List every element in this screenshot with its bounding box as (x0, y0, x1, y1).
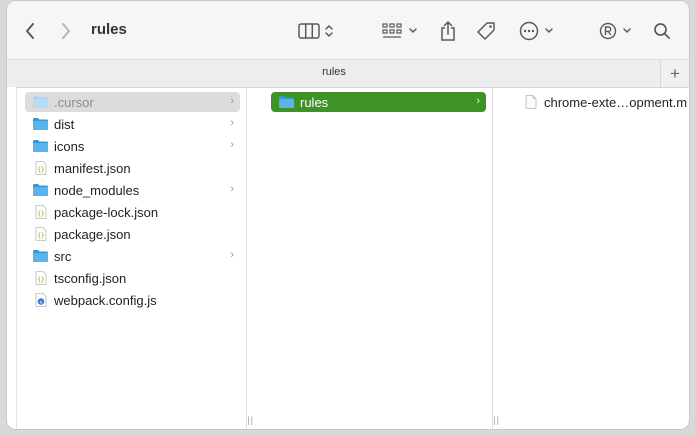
toolbar: rules (7, 1, 689, 59)
tab-bar: rules + (7, 59, 689, 88)
folder-icon (33, 96, 48, 108)
tab-rules[interactable]: rules (7, 66, 661, 78)
sidebar-edge (7, 87, 17, 429)
chevron-right-icon: › (230, 95, 234, 107)
chevron-right-icon (62, 23, 70, 39)
item-label: package-lock.json (54, 204, 159, 220)
tag-button[interactable] (475, 19, 497, 43)
grid-group-icon (382, 23, 402, 38)
item-label: .cursor (54, 94, 94, 110)
chevron-down-icon (622, 28, 631, 34)
chevron-right-icon: › (230, 249, 234, 261)
column-resize-handle[interactable]: || (493, 415, 500, 425)
share-button[interactable] (437, 19, 459, 43)
browser-column-1: .cursor › dist › icons › {} manifest.jso… (17, 87, 253, 429)
svg-text:{}: {} (37, 211, 44, 218)
list-item-webpack-config-js[interactable]: e webpack.config.js (25, 290, 240, 310)
item-label: node_modules (54, 182, 140, 198)
list-item-dist[interactable]: dist › (25, 114, 240, 134)
window-title: rules (91, 21, 127, 38)
view-mode-button[interactable] (295, 19, 337, 43)
group-button[interactable] (381, 19, 419, 43)
more-actions-button[interactable] (517, 19, 555, 43)
new-tab-button[interactable]: + (660, 60, 689, 87)
item-label: icons (54, 138, 85, 154)
list-item-package-lock-json[interactable]: {} package-lock.json (25, 202, 240, 222)
browser-column-3: chrome-exte…opment.m (505, 87, 689, 429)
search-button[interactable] (651, 19, 673, 43)
registered-icon (599, 22, 616, 40)
item-label: tsconfig.json (54, 270, 127, 286)
list-item-node-modules[interactable]: node_modules › (25, 180, 240, 200)
registered-menu-button[interactable] (597, 19, 633, 43)
item-label: src (54, 248, 72, 264)
columns-view-icon (298, 23, 320, 39)
list-item-tsconfig-json[interactable]: {} tsconfig.json (25, 268, 240, 288)
chevron-down-icon (409, 28, 417, 34)
item-label: dist (54, 116, 75, 132)
svg-text:{}: {} (37, 277, 44, 284)
chevron-right-icon: › (230, 183, 234, 195)
svg-text:e: e (40, 300, 43, 305)
back-button[interactable] (21, 19, 39, 43)
svg-text:{}: {} (37, 233, 44, 240)
list-item-package-json[interactable]: {} package.json (25, 224, 240, 244)
folder-icon (33, 250, 48, 262)
ellipsis-circle-icon (519, 21, 538, 41)
json-file-icon: {} (35, 161, 47, 175)
column-resize-handle[interactable]: || (247, 415, 254, 425)
folder-icon (33, 118, 48, 130)
up-down-chevron-icon (325, 25, 333, 37)
js-file-icon: e (35, 293, 47, 307)
browser-column-2: rules › || (259, 87, 499, 429)
chevron-down-icon (544, 28, 553, 34)
list-item-rules[interactable]: rules › (271, 92, 486, 112)
list-item-src[interactable]: src › (25, 246, 240, 266)
folder-icon (33, 140, 48, 152)
chevron-left-icon (26, 23, 34, 39)
chevron-right-icon: › (230, 117, 234, 129)
forward-button[interactable] (57, 19, 75, 43)
item-label: package.json (54, 226, 131, 242)
folder-icon (279, 96, 294, 108)
json-file-icon: {} (35, 205, 47, 219)
list-item-cursor[interactable]: .cursor › (25, 92, 240, 112)
list-item-icons[interactable]: icons › (25, 136, 240, 156)
item-label: manifest.json (54, 160, 131, 176)
finder-window: rules rules + .cursor › dist › icons › {… (6, 0, 690, 430)
search-icon (654, 23, 670, 39)
item-label: rules (300, 94, 329, 110)
item-label: chrome-exte…opment.m (544, 94, 688, 110)
json-file-icon: {} (35, 227, 47, 241)
chevron-right-icon: › (230, 139, 234, 151)
list-item-manifest-json[interactable]: {} manifest.json (25, 158, 240, 178)
chevron-right-icon: › (476, 95, 480, 107)
share-icon (441, 21, 455, 41)
item-label: webpack.config.js (54, 292, 157, 308)
json-file-icon: {} (35, 271, 47, 285)
folder-icon (33, 184, 48, 196)
tag-icon (477, 22, 495, 40)
svg-text:{}: {} (37, 167, 44, 174)
document-file-icon (525, 95, 537, 109)
list-item-chrome-extension-file[interactable]: chrome-exte…opment.m (515, 92, 689, 112)
